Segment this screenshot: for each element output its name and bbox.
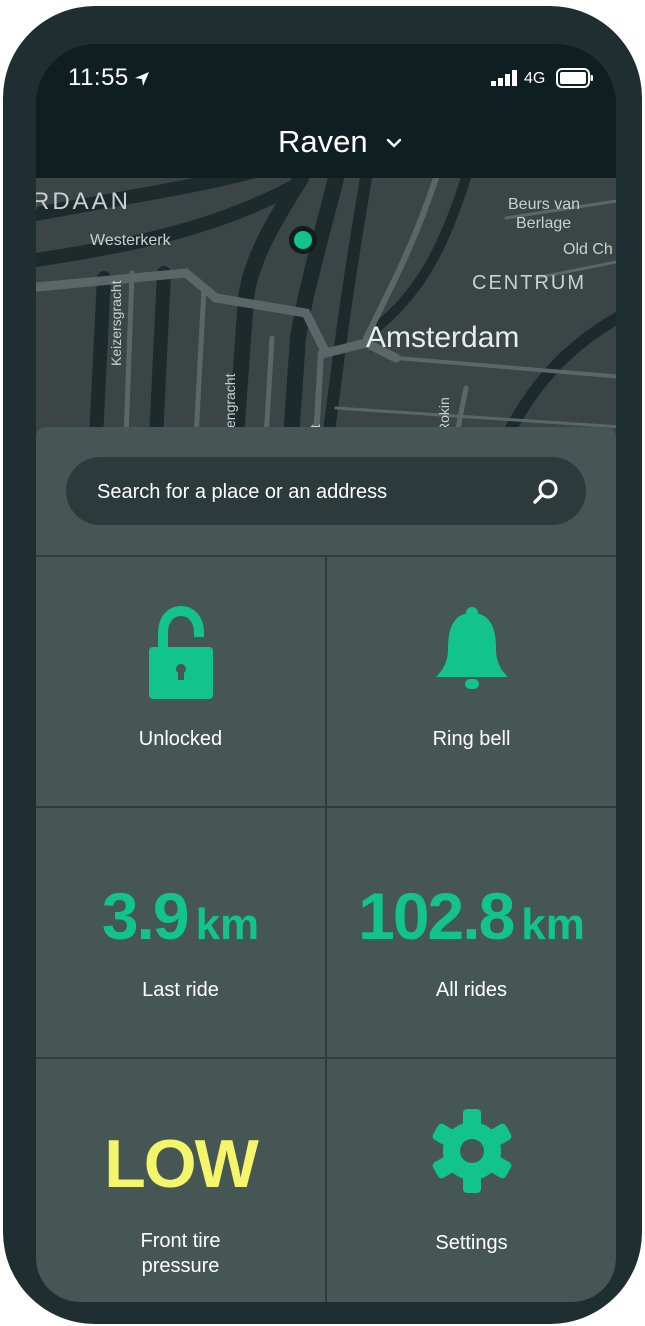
settings-label: Settings [435, 1232, 508, 1254]
map-label-city: Amsterdam [366, 321, 520, 354]
all-rides-value: 102.8 [358, 879, 515, 953]
tile-grid: Unlocked Ring bell 3.9 km Last ride 102.… [36, 555, 616, 1302]
settings-tile[interactable]: Settings [327, 1059, 616, 1302]
location-arrow-icon [135, 72, 149, 86]
bike-name-title: Raven [278, 124, 368, 159]
bike-location-marker [294, 231, 312, 249]
search-icon[interactable] [531, 477, 561, 507]
map-label-westerkerk: Westerkerk [90, 232, 171, 249]
last-ride-distance: 3.9 km [36, 878, 325, 954]
all-rides-distance: 102.8 km [327, 878, 616, 954]
map-label-old-church: Old Ch [563, 241, 613, 258]
map-label-centrum: CENTRUM [472, 272, 586, 294]
signal-bars-icon [491, 70, 517, 86]
status-bar: 11:55 4G [36, 44, 616, 112]
tire-pressure-label-line1: Front tire [140, 1230, 221, 1252]
gear-icon [432, 1109, 511, 1193]
map-view[interactable]: RDAAN Westerkerk Beurs van Berlage Old C… [36, 178, 616, 438]
all-rides-tile[interactable]: 102.8 km All rides [327, 808, 616, 1058]
map-label-berlage: Berlage [516, 215, 572, 232]
status-time: 11:55 [68, 64, 129, 91]
ring-bell-tile[interactable]: Ring bell [327, 557, 616, 807]
map-label-herengracht: engracht [222, 373, 238, 428]
map-label-district: RDAAN [36, 188, 132, 215]
last-ride-unit: km [195, 900, 260, 949]
all-rides-label: All rides [435, 979, 508, 1001]
lock-toggle-tile[interactable]: Unlocked [36, 557, 325, 807]
ring-bell-label: Ring bell [432, 728, 511, 750]
chevron-down-icon [386, 138, 402, 148]
all-rides-unit: km [521, 900, 585, 949]
bike-selector[interactable]: Raven [36, 112, 616, 178]
map-label-beurs: Beurs van [508, 196, 581, 213]
network-type: 4G [524, 70, 546, 87]
control-panel: Search for a place or an address Unlocke… [36, 427, 616, 1302]
app-screen: 11:55 4G Raven RDAAN Westerkerk Beurs va… [36, 44, 616, 1302]
battery-icon [556, 68, 593, 88]
tire-pressure-status: LOW [104, 1126, 259, 1202]
unlocked-padlock-icon [148, 605, 213, 699]
phone-frame: 11:55 4G Raven RDAAN Westerkerk Beurs va… [3, 6, 642, 1324]
last-ride-value: 3.9 [101, 879, 190, 953]
map-label-keizersgracht: Keizersgracht [108, 280, 124, 366]
tire-pressure-label-line2: pressure [141, 1255, 220, 1277]
last-ride-label: Last ride [142, 979, 219, 1001]
search-bar[interactable]: Search for a place or an address [66, 457, 586, 525]
lock-status-label: Unlocked [138, 728, 223, 750]
last-ride-tile[interactable]: 3.9 km Last ride [36, 808, 325, 1058]
search-input[interactable]: Search for a place or an address [97, 481, 387, 504]
tire-pressure-tile[interactable]: LOW Front tire pressure [36, 1059, 325, 1302]
bell-icon [435, 607, 508, 689]
